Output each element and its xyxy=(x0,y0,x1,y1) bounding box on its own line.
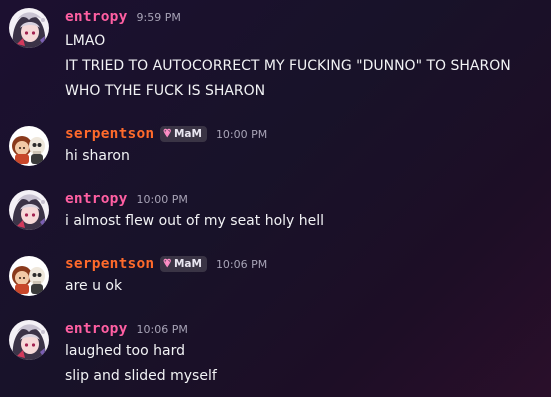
message-text: are u ok xyxy=(65,278,123,294)
serpentson-avatar-icon xyxy=(9,256,49,296)
heart-icon: 💗︎ xyxy=(163,127,171,140)
serpentson-avatar-icon xyxy=(9,126,49,166)
username[interactable]: entropy xyxy=(65,9,128,25)
message-text: laughed too hard xyxy=(65,343,185,359)
role-tag-label: MaM xyxy=(173,128,202,140)
timestamp[interactable]: 10:06 PM xyxy=(216,258,267,271)
message-text: slip and slided myself xyxy=(65,368,217,384)
entropy-avatar-icon xyxy=(9,190,49,230)
username[interactable]: entropy xyxy=(65,321,128,337)
avatar-entropy[interactable] xyxy=(9,320,49,360)
role-tag[interactable]: 💗︎ MaM xyxy=(160,256,207,272)
message-header: entropy 10:06 PM xyxy=(65,319,188,339)
entropy-avatar-icon xyxy=(9,320,49,360)
message-text: hi sharon xyxy=(65,148,130,164)
message-header: entropy 9:59 PM xyxy=(65,7,181,27)
timestamp[interactable]: 10:06 PM xyxy=(137,323,188,336)
username[interactable]: entropy xyxy=(65,191,128,207)
role-tag-label: MaM xyxy=(173,258,202,270)
heart-icon: 💗︎ xyxy=(163,257,171,270)
message-text: WHO TYHE FUCK IS SHARON xyxy=(65,83,266,99)
avatar-serpentson[interactable] xyxy=(9,126,49,166)
role-tag[interactable]: 💗︎ MaM xyxy=(160,126,207,142)
message-text: LMAO xyxy=(65,33,106,49)
username[interactable]: serpentson xyxy=(65,256,154,272)
message-text: IT TRIED TO AUTOCORRECT MY FUCKING "DUNN… xyxy=(65,58,511,74)
timestamp[interactable]: 9:59 PM xyxy=(137,11,181,24)
timestamp[interactable]: 10:00 PM xyxy=(216,128,267,141)
message-header: entropy 10:00 PM xyxy=(65,189,188,209)
avatar-serpentson[interactable] xyxy=(9,256,49,296)
message-header: serpentson 💗︎ MaM 10:00 PM xyxy=(65,124,267,144)
message-text: i almost flew out of my seat holy hell xyxy=(65,213,325,229)
username[interactable]: serpentson xyxy=(65,126,154,142)
chat-log: entropy 9:59 PM LMAO IT TRIED TO AUTOCOR… xyxy=(0,0,551,397)
message-header: serpentson 💗︎ MaM 10:06 PM xyxy=(65,254,267,274)
timestamp[interactable]: 10:00 PM xyxy=(137,193,188,206)
avatar-entropy[interactable] xyxy=(9,8,49,48)
entropy-avatar-icon xyxy=(9,8,49,48)
avatar-entropy[interactable] xyxy=(9,190,49,230)
